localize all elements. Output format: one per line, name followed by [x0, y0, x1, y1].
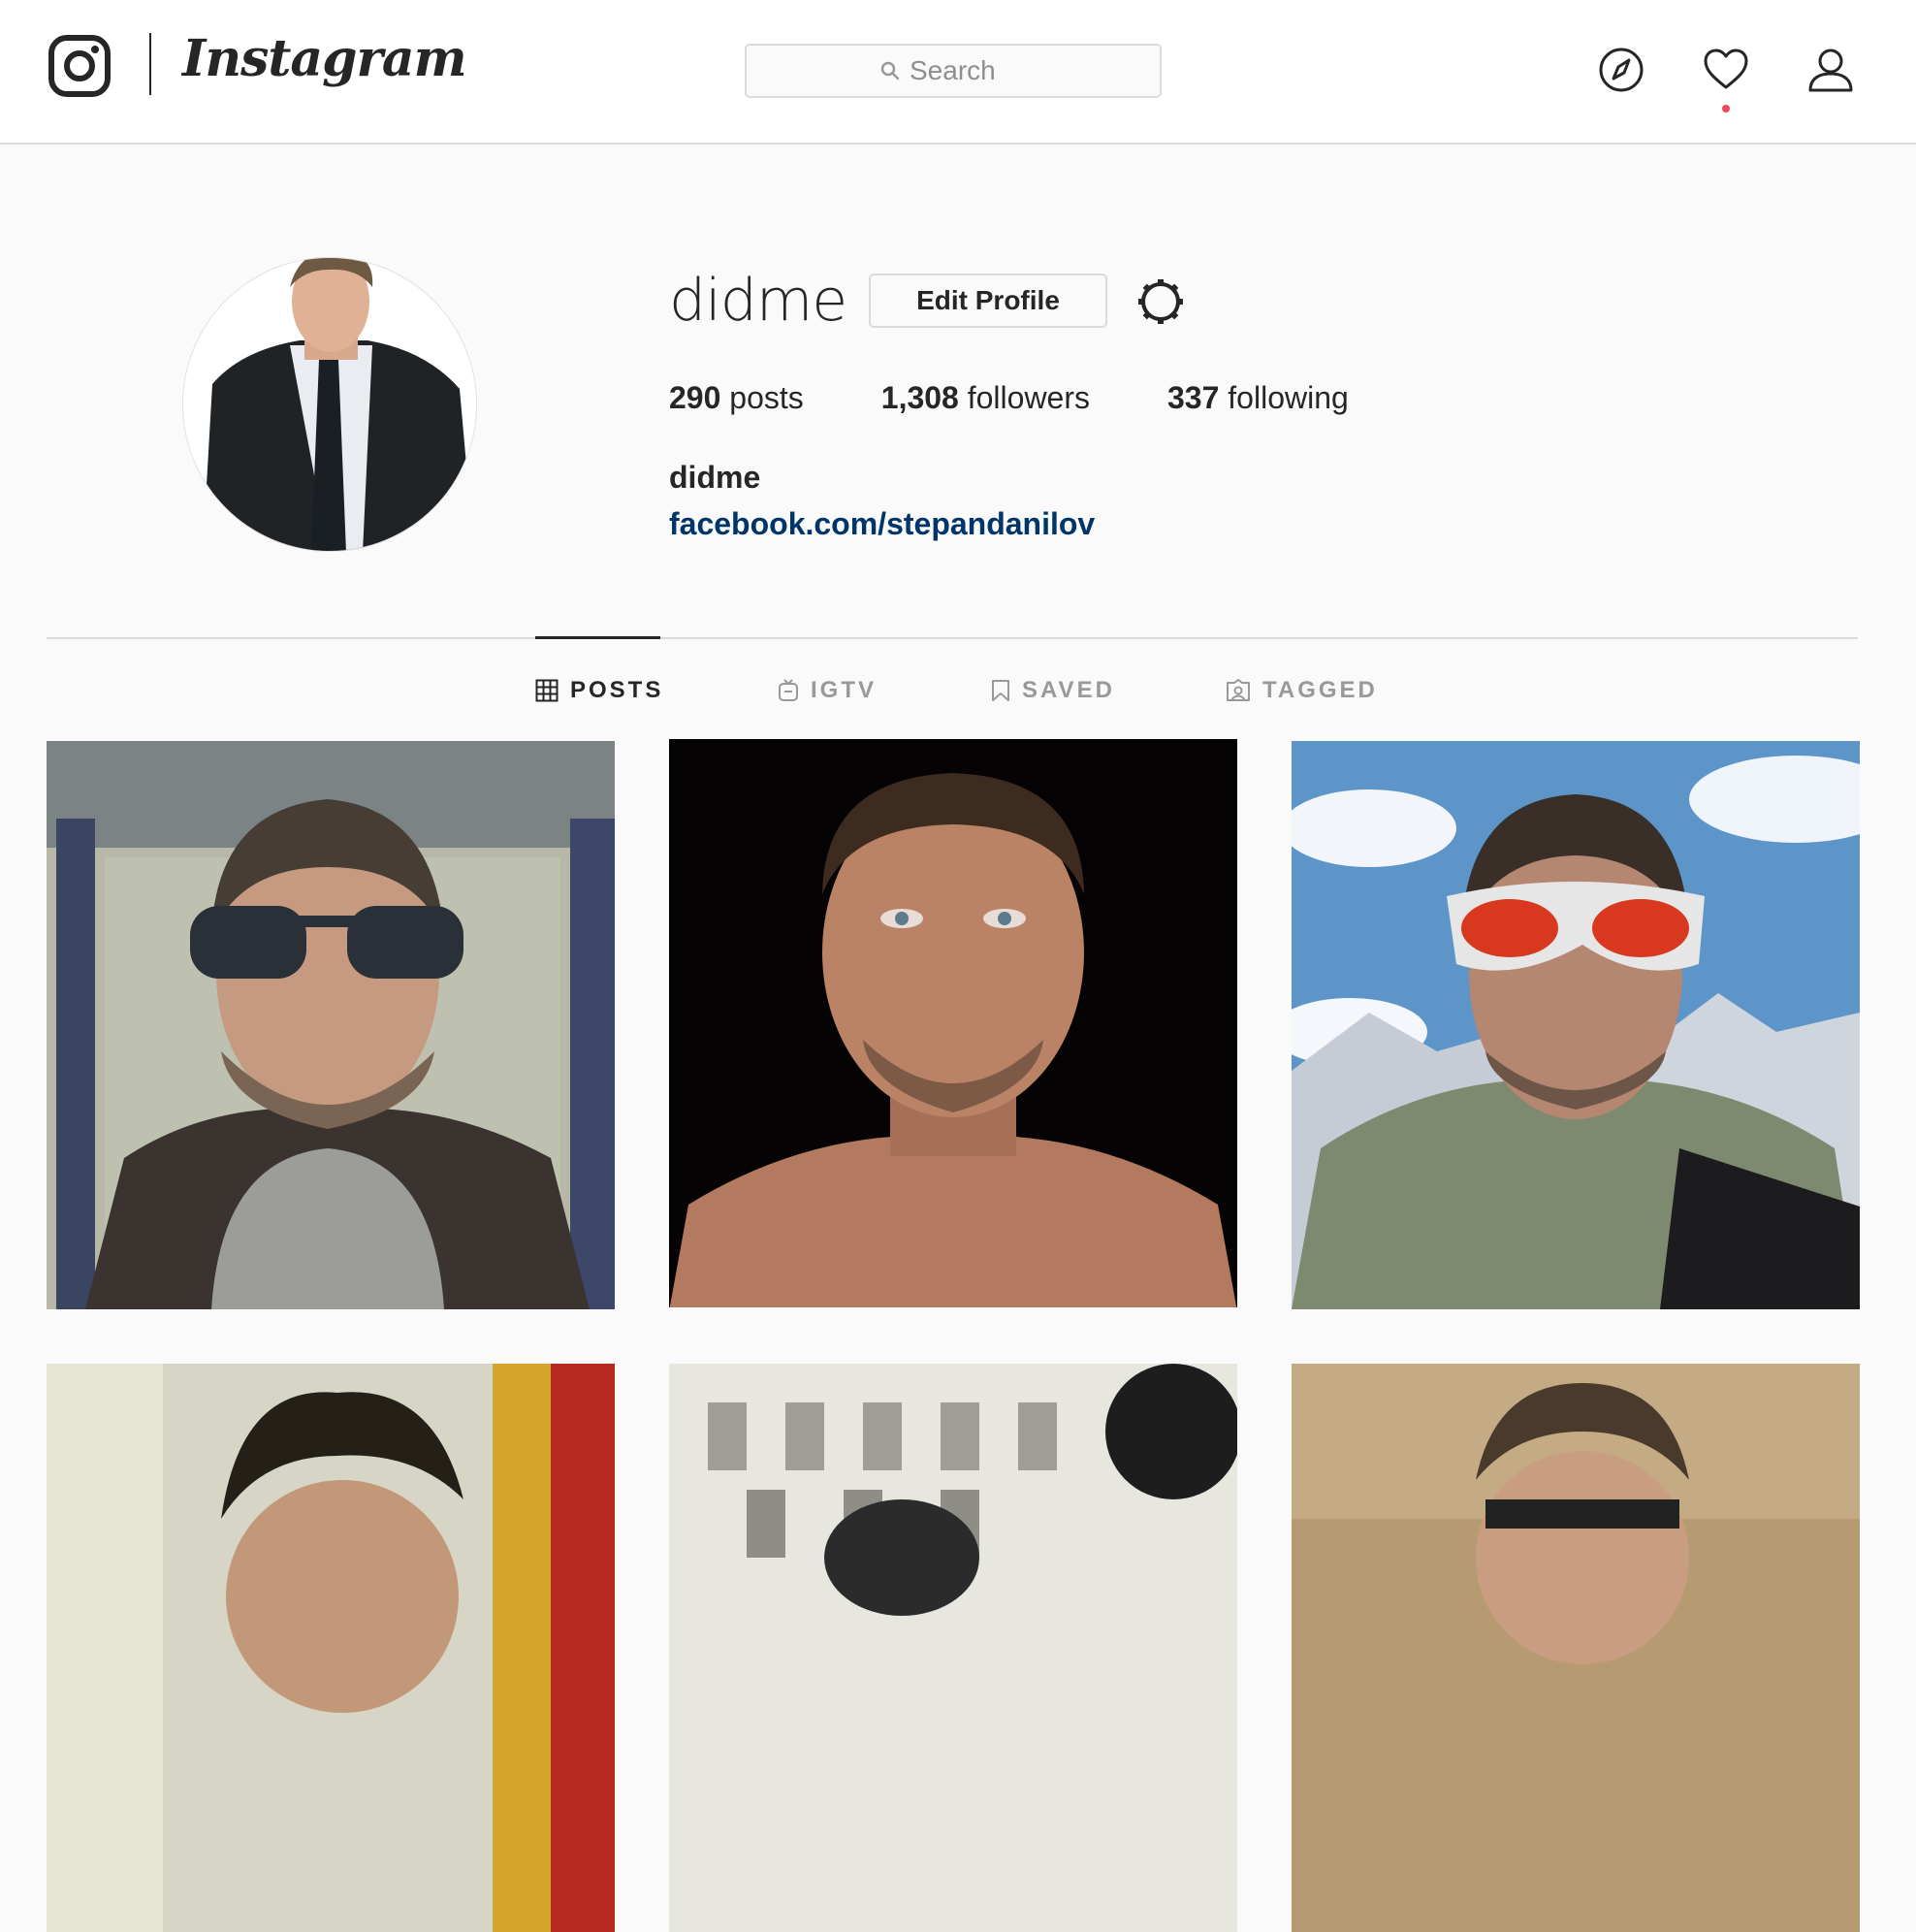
- tab-saved[interactable]: SAVED: [991, 673, 1115, 708]
- stat-followers-count: 1,308: [880, 380, 959, 415]
- profile-username: didme: [669, 267, 847, 335]
- edit-profile-button[interactable]: Edit Profile: [869, 274, 1107, 328]
- stat-followers[interactable]: 1,308 followers: [881, 380, 1090, 416]
- post-thumbnail[interactable]: [669, 739, 1237, 1307]
- tagged-icon: [1227, 679, 1250, 701]
- post-thumbnail[interactable]: [669, 1364, 1237, 1932]
- post-thumbnail[interactable]: [1292, 741, 1860, 1309]
- compass-icon[interactable]: [1598, 47, 1645, 93]
- settings-gear-icon[interactable]: [1136, 277, 1185, 326]
- tab-saved-label: SAVED: [1022, 677, 1115, 703]
- profile-icon[interactable]: [1807, 47, 1854, 93]
- tab-posts-label: POSTS: [570, 677, 664, 703]
- tab-igtv[interactable]: IGTV: [778, 673, 877, 708]
- profile-avatar[interactable]: [182, 257, 477, 552]
- stat-following-count: 337: [1167, 380, 1220, 415]
- post-thumbnail[interactable]: [47, 1364, 615, 1932]
- profile-full-name: didme: [669, 460, 761, 495]
- post-image: [47, 741, 615, 1309]
- post-image: [1292, 1364, 1860, 1932]
- stat-posts-count: 290: [669, 380, 721, 415]
- post-image: [47, 1364, 615, 1932]
- post-image: [669, 1364, 1237, 1932]
- post-image: [1292, 741, 1860, 1309]
- bookmark-icon: [992, 680, 1009, 701]
- post-thumbnail[interactable]: [47, 741, 615, 1309]
- stat-following-label: following: [1228, 380, 1349, 415]
- profile-stats: 290 posts 1,308 followers 337 following: [669, 380, 1426, 416]
- tab-tagged-label: TAGGED: [1262, 677, 1378, 703]
- stat-following[interactable]: 337 following: [1167, 380, 1349, 416]
- instagram-logo-icon[interactable]: [48, 35, 111, 97]
- search-box[interactable]: [745, 44, 1162, 98]
- search-input[interactable]: [910, 55, 1026, 86]
- tabs-divider: [47, 637, 1858, 639]
- search-icon: [880, 61, 900, 80]
- stat-followers-label: followers: [967, 380, 1090, 415]
- active-tab-indicator: [535, 636, 660, 639]
- post-image: [669, 739, 1237, 1307]
- stat-posts[interactable]: 290 posts: [669, 380, 804, 416]
- stat-posts-label: posts: [729, 380, 804, 415]
- top-navigation-bar: Instagram: [0, 0, 1916, 145]
- tab-igtv-label: IGTV: [811, 677, 878, 703]
- instagram-wordmark[interactable]: Instagram: [182, 29, 467, 88]
- tab-tagged[interactable]: TAGGED: [1226, 673, 1378, 708]
- post-thumbnail[interactable]: [1292, 1364, 1860, 1932]
- heart-icon[interactable]: [1703, 47, 1749, 93]
- tab-posts[interactable]: POSTS: [535, 673, 663, 708]
- logo-divider: [149, 33, 151, 95]
- igtv-icon: [779, 679, 798, 701]
- profile-website-link[interactable]: facebook.com/stepandanilov: [669, 506, 1095, 542]
- activity-notification-dot: [1722, 105, 1730, 113]
- grid-icon: [535, 679, 559, 702]
